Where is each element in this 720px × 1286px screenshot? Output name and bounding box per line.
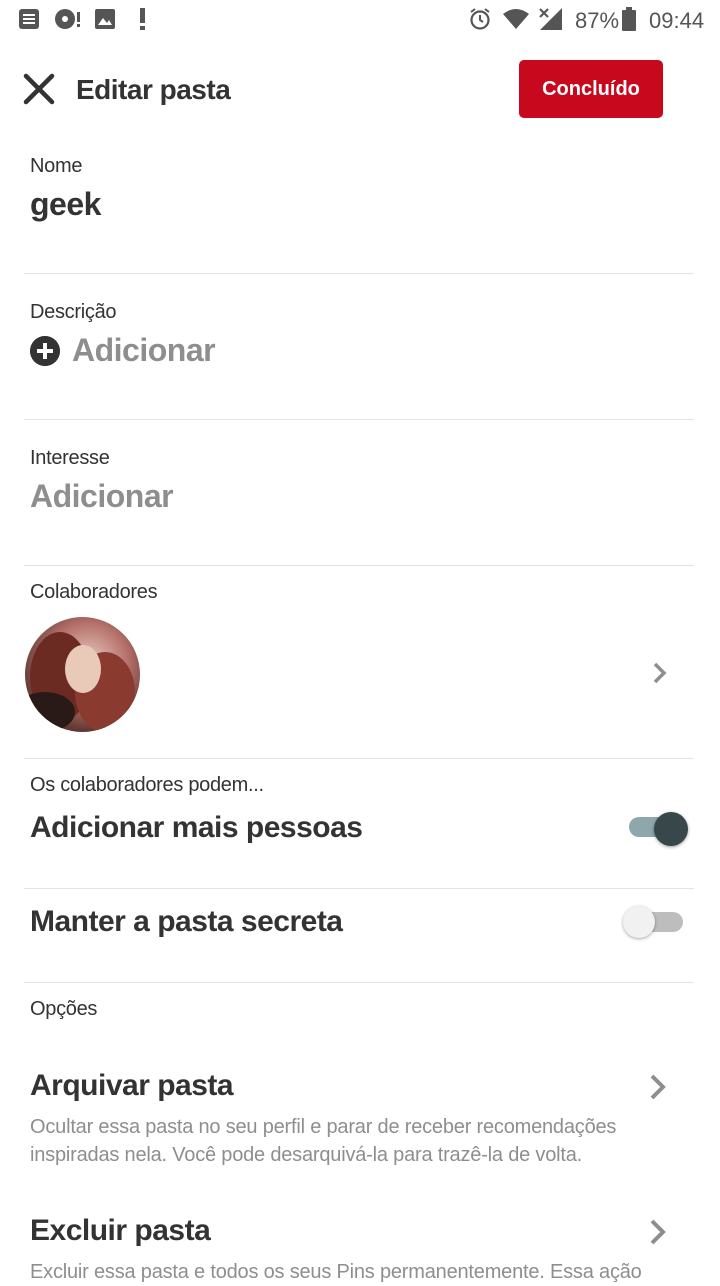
name-field[interactable]: geek — [30, 186, 101, 223]
battery-icon — [622, 7, 636, 31]
interest-label: Interesse — [30, 447, 110, 469]
notes-icon — [19, 9, 39, 29]
divider — [24, 419, 694, 420]
divider — [24, 565, 694, 566]
chevron-right-icon[interactable] — [648, 1217, 668, 1247]
description-label: Descrição — [30, 301, 117, 323]
plus-circle-icon[interactable] — [30, 336, 60, 366]
divider — [24, 982, 694, 983]
collaborator-avatar[interactable] — [25, 617, 140, 732]
delete-board-title[interactable]: Excluir pasta — [30, 1214, 211, 1248]
exclamation-icon — [140, 8, 145, 30]
battery-percent: 87% — [575, 8, 620, 33]
done-button[interactable]: Concluído — [519, 60, 663, 118]
divider — [24, 758, 694, 759]
alarm-icon — [470, 8, 490, 30]
collaborators-label: Colaboradores — [30, 581, 158, 603]
page-title: Editar pasta — [76, 74, 231, 105]
divider — [24, 888, 694, 889]
chevron-right-icon[interactable] — [652, 660, 668, 686]
options-label: Opções — [30, 998, 98, 1020]
archive-board-description: Ocultar essa pasta no seu perfil e parar… — [30, 1116, 617, 1166]
delete-board-description: Excluir essa pasta e todos os seus Pins … — [30, 1261, 642, 1283]
wifi-icon — [503, 9, 529, 29]
close-icon[interactable] — [22, 72, 56, 106]
archive-board-title[interactable]: Arquivar pasta — [30, 1069, 234, 1103]
status-bar: 87% 09:44 — [0, 0, 720, 40]
interest-add-button[interactable]: Adicionar — [30, 478, 174, 515]
description-add-button[interactable]: Adicionar — [72, 332, 216, 369]
add-people-toggle[interactable] — [654, 812, 688, 846]
clock: 09:44 — [649, 8, 705, 33]
image-icon — [95, 9, 115, 29]
secret-board-toggle[interactable] — [623, 906, 655, 938]
name-label: Nome — [30, 155, 83, 177]
secret-board-label: Manter a pasta secreta — [30, 905, 343, 938]
permissions-label: Os colaboradores podem... — [30, 774, 264, 796]
divider — [24, 273, 694, 274]
signal-icon — [539, 8, 562, 30]
disc-alert-icon — [55, 9, 80, 29]
add-people-label: Adicionar mais pessoas — [30, 811, 363, 844]
chevron-right-icon[interactable] — [648, 1072, 668, 1102]
